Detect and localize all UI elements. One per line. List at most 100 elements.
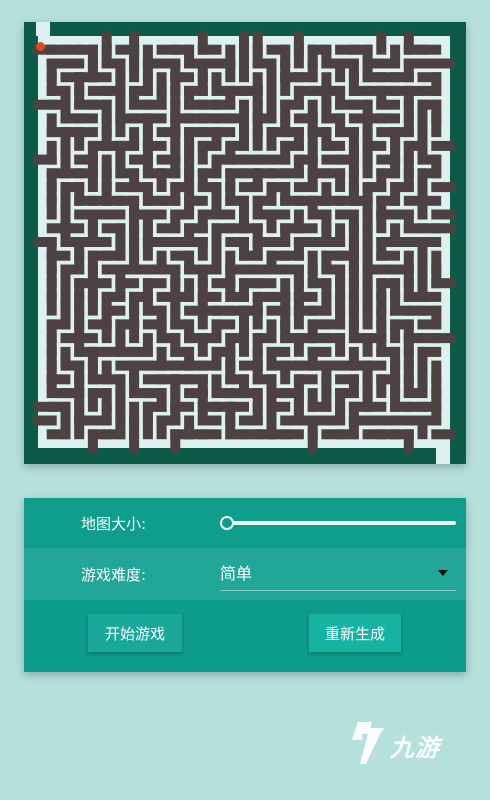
maze-wall [376, 31, 387, 55]
player-marker [36, 42, 45, 51]
maze-wall [239, 333, 249, 357]
maze-entrance [36, 22, 50, 36]
difficulty-select[interactable]: 简单 [220, 556, 456, 591]
maze-wall [431, 113, 442, 138]
maze-wall [87, 429, 98, 453]
maze-wall [362, 154, 373, 179]
maze-wall [293, 182, 318, 193]
maze-grid [33, 22, 455, 464]
maze-wall [101, 319, 112, 344]
maze-wall [225, 291, 249, 302]
maze-wall [74, 415, 85, 440]
maze-wall [417, 44, 442, 55]
maze-wall [431, 182, 455, 193]
maze-wall [293, 305, 304, 330]
start-game-button[interactable]: 开始游戏 [88, 614, 182, 652]
maze-board[interactable] [24, 22, 466, 464]
maze-wall [266, 127, 277, 151]
dropdown-arrow-icon [438, 570, 448, 576]
maze-wall [403, 429, 414, 453]
maze-exit [436, 448, 450, 464]
maze-wall [280, 72, 291, 96]
maze-wall [431, 58, 455, 69]
maze-wall [431, 278, 455, 289]
maze-wall [390, 72, 414, 83]
maze-wall [197, 305, 208, 330]
difficulty-value: 简单 [220, 564, 253, 583]
maze-wall [46, 291, 57, 316]
maze-wall [417, 195, 428, 220]
maze-wall [362, 305, 373, 330]
map-size-slider[interactable] [220, 521, 456, 525]
maze-wall [239, 58, 249, 83]
maze-wall [293, 333, 304, 357]
maze-wall [293, 72, 318, 83]
maze-wall [142, 415, 153, 440]
maze-wall [74, 113, 98, 124]
maze-wall [101, 209, 126, 220]
maze-wall [252, 278, 277, 289]
maze-wall [211, 209, 236, 220]
maze-wall [362, 333, 373, 357]
map-size-slider-thumb[interactable] [220, 516, 234, 530]
maze-wall [280, 429, 304, 440]
maze-wall [211, 99, 236, 110]
maze-wall [87, 237, 112, 247]
maze-wall [417, 85, 442, 96]
maze-wall [266, 154, 291, 165]
maze-wall [87, 168, 98, 192]
maze-wall [129, 346, 153, 357]
watermark-logo: 九游 [350, 718, 460, 768]
maze-wall [33, 154, 57, 165]
maze-wall [321, 140, 346, 151]
maze-wall [170, 429, 181, 453]
maze-wall [197, 140, 208, 165]
maze-wall [129, 429, 140, 453]
maze-wall [335, 168, 346, 192]
maze-wall [101, 250, 126, 261]
maze-wall [431, 140, 455, 151]
maze-wall [335, 429, 359, 440]
maze-wall [390, 319, 401, 344]
watermark-text: 九游 [390, 734, 440, 762]
maze-wall [431, 429, 455, 440]
maze-wall [239, 415, 263, 426]
map-size-row: 地图大小: [24, 498, 466, 548]
jiuyou-logo-icon [352, 722, 384, 764]
maze-wall [266, 237, 291, 247]
maze-wall [46, 429, 71, 440]
maze-wall [307, 429, 318, 453]
regenerate-button[interactable]: 重新生成 [309, 614, 401, 652]
maze-wall [266, 209, 277, 234]
maze-wall [252, 305, 263, 330]
maze-wall [431, 333, 455, 344]
maze-wall [321, 319, 346, 330]
maze-wall [74, 127, 85, 151]
maze-wall [307, 401, 332, 412]
map-size-label: 地图大小: [81, 515, 147, 533]
maze-wall [156, 223, 181, 234]
maze-wall [156, 195, 181, 206]
maze-wall [280, 250, 304, 261]
maze-wall [431, 223, 455, 234]
maze-wall [431, 209, 455, 220]
maze-wall [87, 388, 98, 412]
maze-wall [252, 127, 263, 151]
settings-panel: 地图大小: 游戏难度: 简单 开始游戏 重新生成 [24, 498, 466, 672]
maze-wall [142, 99, 167, 110]
maze-wall [376, 250, 400, 261]
maze-wall [376, 58, 400, 69]
maze-wall [403, 388, 428, 399]
maze-wall [46, 195, 57, 220]
maze-wall [115, 113, 126, 138]
maze-wall [197, 237, 208, 261]
maze-wall [197, 415, 222, 426]
maze-wall [321, 415, 346, 426]
maze-wall [87, 415, 112, 426]
maze-wall [362, 401, 387, 412]
maze-wall [197, 429, 222, 440]
maze-wall [87, 72, 112, 83]
maze-wall [293, 44, 304, 69]
maze-wall [335, 58, 346, 83]
maze-wall [197, 333, 208, 357]
